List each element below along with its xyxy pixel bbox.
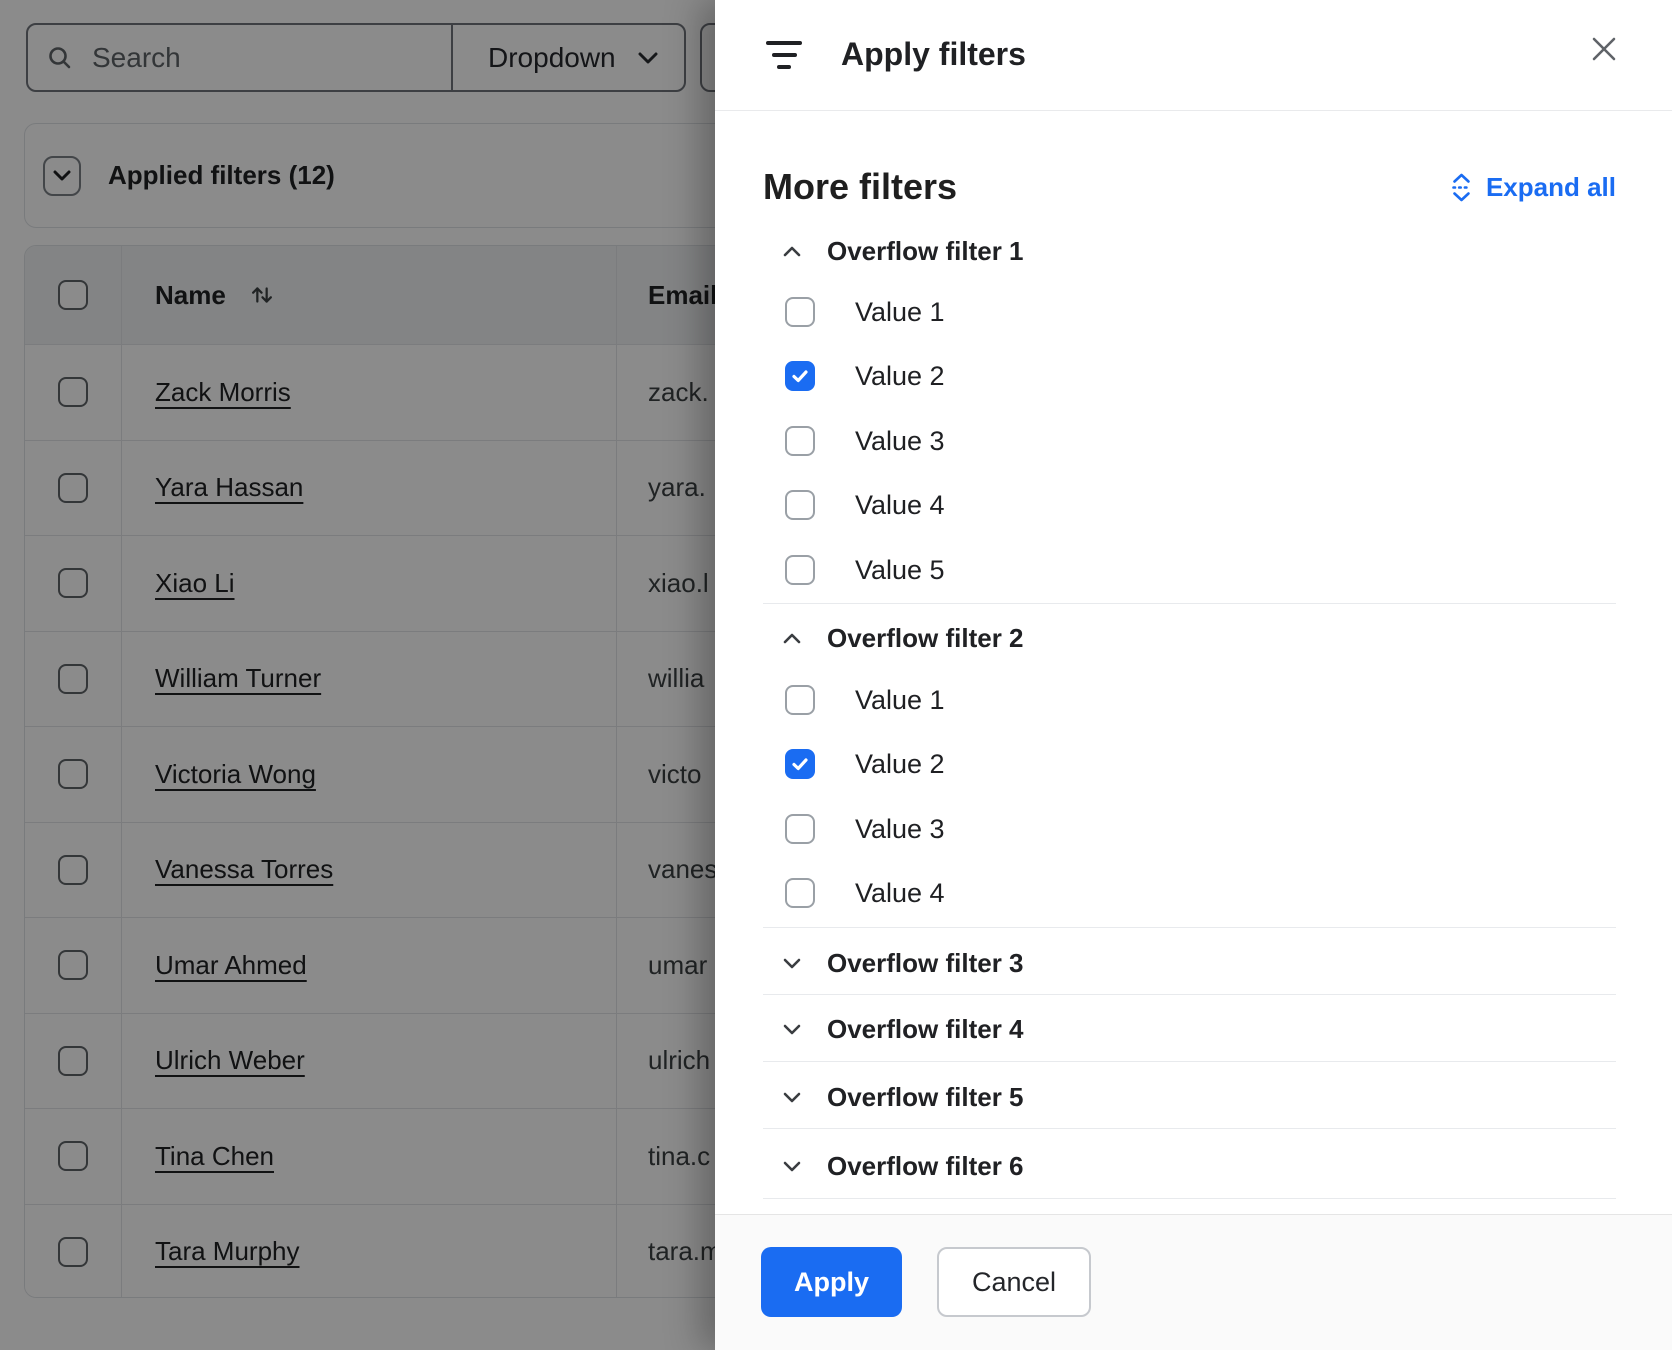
close-button[interactable] <box>1591 36 1617 62</box>
checkbox[interactable] <box>785 490 815 520</box>
checkbox-label: Value 2 <box>855 749 945 780</box>
chevron-down-icon <box>783 1092 801 1103</box>
filter-section-header[interactable]: Overflow filter 1 <box>763 231 1616 271</box>
section-divider <box>763 1061 1616 1062</box>
filter-section-label: Overflow filter 1 <box>827 236 1024 267</box>
filter-section-label: Overflow filter 2 <box>827 623 1024 654</box>
chevron-down-icon <box>783 1024 801 1035</box>
checkbox-label: Value 2 <box>855 361 945 392</box>
cancel-button[interactable]: Cancel <box>937 1247 1091 1317</box>
checkbox[interactable] <box>785 426 815 456</box>
filter-value-row: Value 4 <box>763 473 1616 537</box>
checkbox-label: Value 4 <box>855 490 945 521</box>
filter-icon <box>766 41 802 69</box>
filter-value-row: Value 2 <box>763 344 1616 408</box>
section-divider <box>763 603 1616 604</box>
filter-section-label: Overflow filter 3 <box>827 948 1024 979</box>
apply-filters-drawer: Apply filters More filters Expand all <box>715 0 1672 1350</box>
checkbox-checked[interactable] <box>785 749 815 779</box>
filter-section-label: Overflow filter 5 <box>827 1082 1024 1113</box>
drawer-title: Apply filters <box>841 36 1026 73</box>
unfold-icon <box>1449 172 1474 203</box>
check-icon <box>790 366 810 386</box>
checkbox[interactable] <box>785 685 815 715</box>
chevron-up-icon <box>783 633 801 644</box>
filter-value-row: Value 3 <box>763 409 1616 473</box>
filter-value-row: Value 3 <box>763 797 1616 861</box>
drawer-footer: Apply Cancel <box>715 1214 1672 1350</box>
more-filters-heading: More filters <box>763 166 957 208</box>
checkbox-label: Value 3 <box>855 426 945 457</box>
expand-all-label: Expand all <box>1486 172 1616 203</box>
checkbox-label: Value 1 <box>855 297 945 328</box>
checkbox[interactable] <box>785 297 815 327</box>
filter-section-header[interactable]: Overflow filter 4 <box>763 1009 1616 1049</box>
filter-value-row: Value 1 <box>763 280 1616 344</box>
expand-all-link[interactable]: Expand all <box>1449 172 1616 203</box>
section-divider <box>763 1198 1616 1199</box>
drawer-header: Apply filters <box>715 0 1672 111</box>
close-icon <box>1591 36 1617 62</box>
chevron-up-icon <box>783 246 801 257</box>
checkbox-label: Value 5 <box>855 555 945 586</box>
chevron-down-icon <box>783 958 801 969</box>
filter-value-row: Value 2 <box>763 732 1616 796</box>
checkbox-label: Value 4 <box>855 878 945 909</box>
chevron-down-icon <box>783 1161 801 1172</box>
filter-section-label: Overflow filter 4 <box>827 1014 1024 1045</box>
checkbox-label: Value 3 <box>855 814 945 845</box>
section-divider <box>763 927 1616 928</box>
apply-button[interactable]: Apply <box>761 1247 902 1317</box>
filter-value-row: Value 1 <box>763 668 1616 732</box>
checkbox-checked[interactable] <box>785 361 815 391</box>
checkbox[interactable] <box>785 555 815 585</box>
filter-section-header[interactable]: Overflow filter 3 <box>763 943 1616 983</box>
filter-section-header[interactable]: Overflow filter 2 <box>763 618 1616 658</box>
filter-section-header[interactable]: Overflow filter 6 <box>763 1146 1616 1186</box>
filter-section-header[interactable]: Overflow filter 5 <box>763 1077 1616 1117</box>
checkbox[interactable] <box>785 814 815 844</box>
filter-value-row: Value 4 <box>763 861 1616 925</box>
section-divider <box>763 1128 1616 1129</box>
checkbox[interactable] <box>785 878 815 908</box>
checkbox-label: Value 1 <box>855 685 945 716</box>
filter-value-row: Value 5 <box>763 538 1616 602</box>
filter-section-label: Overflow filter 6 <box>827 1151 1024 1182</box>
section-divider <box>763 994 1616 995</box>
check-icon <box>790 754 810 774</box>
